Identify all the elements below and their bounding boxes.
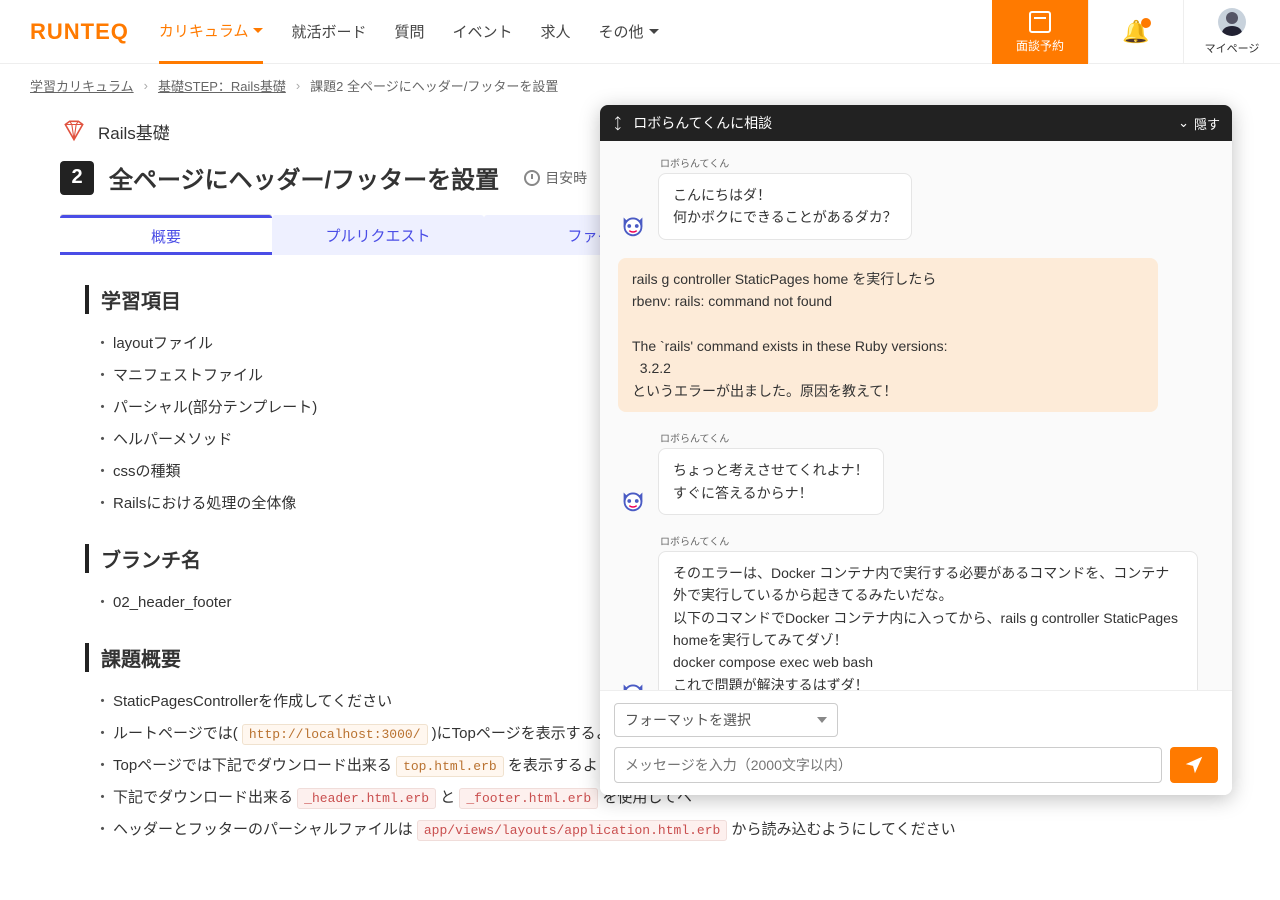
chat-messages[interactable]: ロボらんてくん こんにちはダ！ 何かボクにできることがあるダカ？ rails g… (600, 141, 1232, 690)
task-number-badge: 2 (60, 161, 94, 195)
message-bubble: こんにちはダ！ 何かボクにできることがあるダカ？ (658, 173, 912, 240)
chevron-right-icon: › (144, 78, 148, 93)
nav-question[interactable]: 質問 (394, 0, 424, 64)
main-nav: カリキュラム 就活ボード 質問 イベント 求人 その他 (159, 0, 659, 64)
chevron-right-icon: › (296, 78, 300, 93)
header-right: 面談予約 🔔 マイページ (992, 0, 1280, 64)
notifications-button[interactable]: 🔔 (1088, 0, 1184, 64)
chat-header: ⤢ ロボらんてくんに相談 ⌄ 隠す (600, 105, 1232, 141)
message-input[interactable] (614, 747, 1162, 783)
bot-message: ロボらんてくん こんにちはダ！ 何かボクにできることがあるダカ？ (618, 155, 1214, 240)
chat-hide-button[interactable]: ⌄ 隠す (1178, 114, 1220, 133)
breadcrumb-current: 課題2 全ページにヘッダー/フッターを設置 (310, 76, 558, 95)
bot-avatar-icon (618, 210, 648, 240)
clock-icon (524, 170, 540, 186)
code-snippet: http://localhost:3000/ (242, 724, 428, 745)
calendar-icon (1029, 11, 1051, 33)
message-bubble: ちょっと考えさせてくれよナ！ すぐに答えるからナ！ (658, 448, 884, 515)
nav-event[interactable]: イベント (452, 0, 512, 64)
breadcrumb-link[interactable]: 学習カリキュラム (30, 76, 134, 95)
bot-name: ロボらんてくん (660, 155, 1214, 170)
code-snippet: top.html.erb (396, 756, 504, 777)
list-item: ヘッダーとフッターのパーシャルファイルは app/views/layouts/a… (95, 818, 1195, 842)
mypage-label: マイページ (1205, 40, 1260, 56)
code-snippet: _footer.html.erb (459, 788, 598, 809)
bot-message: ロボらんてくん ちょっと考えさせてくれよナ！ すぐに答えるからナ！ (618, 430, 1214, 515)
send-button[interactable] (1170, 747, 1218, 783)
logo[interactable]: RUNTEQ (30, 19, 129, 45)
bot-name: ロボらんてくん (660, 533, 1214, 548)
message-bubble: rails g controller StaticPages home を実行し… (618, 258, 1158, 412)
tab-pullrequest[interactable]: プルリクエスト (272, 215, 484, 255)
chevron-down-icon (817, 717, 827, 723)
main-header: RUNTEQ カリキュラム 就活ボード 質問 イベント 求人 その他 面談予約 … (0, 0, 1280, 64)
code-snippet: _header.html.erb (297, 788, 436, 809)
nav-label: その他 (599, 21, 644, 42)
estimate-label: 目安時 (545, 168, 587, 188)
input-row (614, 747, 1218, 783)
book-label: 面談予約 (1016, 37, 1064, 54)
nav-label: カリキュラム (159, 20, 249, 41)
send-icon (1183, 754, 1205, 776)
format-select[interactable]: フォーマットを選択 (614, 703, 838, 737)
mypage-button[interactable]: マイページ (1184, 0, 1280, 64)
nav-other[interactable]: その他 (599, 0, 659, 64)
subject-name: Rails基礎 (98, 119, 170, 144)
notification-dot (1141, 18, 1151, 28)
user-message: rails g controller StaticPages home を実行し… (618, 258, 1214, 412)
chat-panel: ⤢ ロボらんてくんに相談 ⌄ 隠す ロボらんてくん こんにちはダ！ 何かボクにで… (600, 105, 1232, 795)
bot-name: ロボらんてくん (660, 430, 1214, 445)
estimate: 目安時 (524, 168, 587, 188)
nav-jobs[interactable]: 求人 (541, 0, 571, 64)
tab-overview[interactable]: 概要 (60, 215, 272, 255)
ruby-icon (60, 117, 88, 145)
book-meeting-button[interactable]: 面談予約 (992, 0, 1088, 64)
breadcrumb-link[interactable]: 基礎STEP：Rails基礎 (158, 76, 286, 95)
breadcrumb: 学習カリキュラム › 基礎STEP：Rails基礎 › 課題2 全ページにヘッダ… (0, 64, 1280, 107)
avatar (1218, 8, 1246, 36)
chevron-down-icon (253, 28, 263, 33)
bot-message: ロボらんてくん そのエラーは、Docker コンテナ内で実行する必要があるコマン… (618, 533, 1214, 690)
nav-curriculum[interactable]: カリキュラム (159, 0, 264, 64)
chevron-down-icon: ⌄ (1178, 115, 1189, 131)
bot-avatar-icon (618, 485, 648, 515)
code-snippet: app/views/layouts/application.html.erb (417, 820, 727, 841)
chat-footer: フォーマットを選択 (600, 690, 1232, 795)
nav-jobhunt[interactable]: 就活ボード (291, 0, 366, 64)
message-bubble: そのエラーは、Docker コンテナ内で実行する必要があるコマンドを、コンテナ外… (658, 551, 1198, 690)
chevron-down-icon (649, 29, 659, 34)
bot-avatar-icon (618, 677, 648, 690)
expand-icon[interactable]: ⤢ (608, 113, 628, 133)
chat-title: ロボらんてくんに相談 (633, 113, 772, 133)
page-title: 全ページにヘッダー/フッターを設置 (109, 160, 499, 195)
